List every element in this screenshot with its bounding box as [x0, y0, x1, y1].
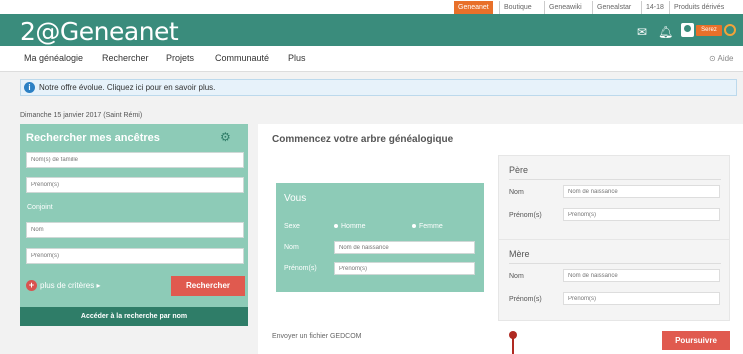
vous-first-label: Prénom(s) — [284, 265, 317, 272]
site-header: 2@Geneanet ✉ 🔔︎ Serez — [0, 16, 743, 46]
more-criteria-link[interactable]: plus de critères ▸ — [40, 281, 100, 290]
info-banner[interactable]: i Notre offre évolue. Cliquez ici pour e… — [20, 79, 737, 96]
tree-start-card: Commencez votre arbre généalogique Vous … — [258, 124, 743, 354]
spouse-label: Conjoint — [27, 204, 53, 211]
top-link-produits-derives[interactable]: Produits dérivés — [669, 1, 728, 14]
tree-title: Commencez votre arbre généalogique — [272, 134, 454, 145]
radio-male[interactable]: Homme — [334, 223, 366, 230]
vous-box: Vous Sexe Homme Femme Nom Prénom(s) — [276, 183, 484, 292]
banner-text[interactable]: Notre offre évolue. Cliquez ici pour en … — [39, 83, 215, 92]
mother-title: Mère — [509, 249, 530, 259]
status-ring-icon[interactable] — [724, 24, 736, 36]
nav-item-rechercher[interactable]: Rechercher — [102, 53, 149, 63]
vous-title: Vous — [284, 193, 307, 204]
gedcom-upload-link[interactable]: Envoyer un fichier GEDCOM — [272, 333, 361, 340]
father-title: Père — [509, 165, 529, 175]
geneanet-logo[interactable]: 2@Geneanet — [20, 17, 179, 46]
radio-female[interactable]: Femme — [412, 223, 443, 230]
info-icon: i — [24, 82, 35, 93]
mail-icon[interactable]: ✉ — [637, 25, 647, 39]
bell-icon[interactable]: 🔔︎ — [658, 25, 673, 39]
main-nav: Ma généalogie Rechercher Projets Communa… — [0, 46, 743, 72]
top-link-geneawiki[interactable]: Geneawiki — [544, 1, 586, 14]
vous-name-label: Nom — [284, 244, 299, 251]
map-pin-stem — [512, 338, 514, 354]
help-label: Aide — [717, 54, 734, 63]
search-panel-title: Rechercher mes ancêtres — [26, 132, 160, 144]
top-link-14-18[interactable]: 14-18 — [641, 1, 668, 14]
nav-item-ma-genealogie[interactable]: Ma généalogie — [24, 53, 83, 63]
premium-badge[interactable]: Serez — [696, 25, 722, 36]
family-name-input[interactable] — [26, 152, 244, 168]
top-links-bar: Geneanet Boutique Geneawiki Genealstar 1… — [0, 0, 743, 16]
nav-item-projets[interactable]: Projets — [166, 53, 194, 63]
father-name-input[interactable] — [563, 185, 720, 198]
nav-item-plus[interactable]: Plus — [288, 53, 306, 63]
continue-button[interactable]: Poursuivre — [662, 331, 730, 350]
top-link-genealstar[interactable]: Genealstar — [592, 1, 635, 14]
mother-first-label: Prénom(s) — [509, 296, 542, 303]
father-first-label: Prénom(s) — [509, 212, 542, 219]
father-box: Père Nom Prénom(s) — [498, 155, 730, 240]
nav-item-communaute[interactable]: Communauté — [215, 53, 269, 63]
first-name-input[interactable] — [26, 177, 244, 193]
top-link-geneanet[interactable]: Geneanet — [454, 1, 493, 14]
plus-icon[interactable]: + — [26, 280, 37, 291]
spouse-first-name-input[interactable] — [26, 248, 244, 264]
father-name-label: Nom — [509, 189, 524, 196]
vous-first-input[interactable] — [334, 262, 475, 275]
search-button[interactable]: Rechercher — [171, 276, 245, 296]
date-line: Dimanche 15 janvier 2017 (Saint Rémi) — [20, 112, 143, 119]
mother-box: Mère Nom Prénom(s) — [498, 239, 730, 321]
father-first-input[interactable] — [563, 208, 720, 221]
gear-icon[interactable]: ⚙ — [220, 130, 231, 144]
mother-first-input[interactable] — [563, 292, 720, 305]
help-link[interactable]: ⊙ Aide — [709, 54, 734, 63]
mother-name-label: Nom — [509, 273, 524, 280]
sex-label: Sexe — [284, 223, 300, 230]
father-divider — [509, 179, 721, 180]
mother-divider — [509, 263, 721, 264]
spouse-name-input[interactable] — [26, 222, 244, 238]
vous-name-input[interactable] — [334, 241, 475, 254]
mother-name-input[interactable] — [563, 269, 720, 282]
ancestor-search-panel: Rechercher mes ancêtres ⚙ Conjoint + plu… — [20, 124, 248, 326]
avatar[interactable] — [681, 23, 694, 37]
top-link-boutique[interactable]: Boutique — [499, 1, 536, 14]
name-search-link[interactable]: Accéder à la recherche par nom — [20, 307, 248, 326]
